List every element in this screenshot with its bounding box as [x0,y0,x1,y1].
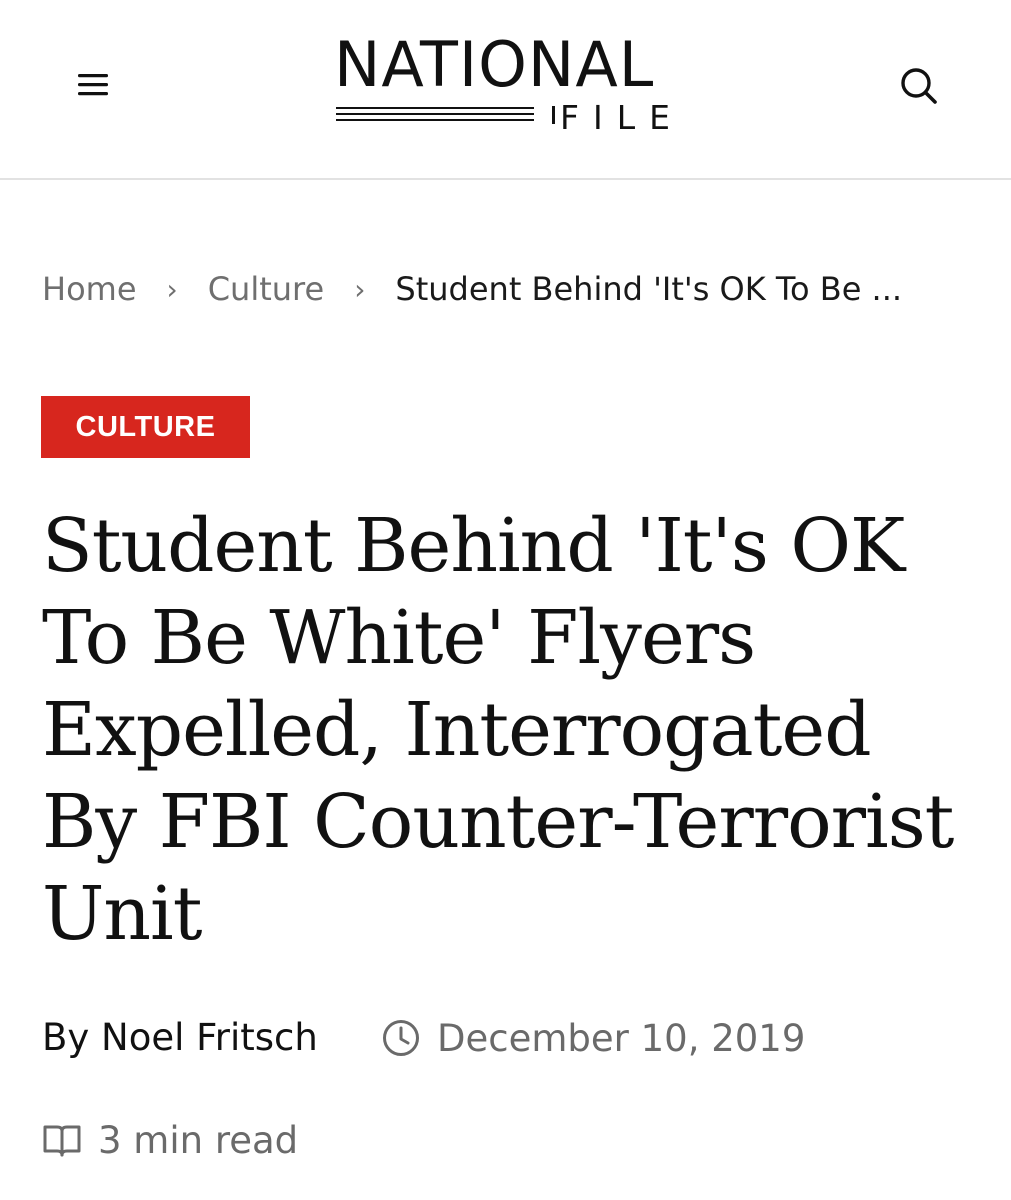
article-title: Student Behind 'It's OK To Be White' Fly… [42,503,954,957]
breadcrumb: Home › Culture › Student Behind 'It's OK… [42,266,972,312]
article-byline: By Noel Fritsch [42,1014,318,1062]
breadcrumb-culture-link[interactable]: Culture [208,270,324,308]
breadcrumb-home-link[interactable]: Home [42,270,137,308]
site-header: NATIONAL FILE [0,0,1011,180]
search-icon[interactable] [895,62,943,110]
article-date: December 10, 2019 [381,1014,805,1062]
breadcrumb-current-page: Student Behind 'It's OK To Be ... [395,270,903,308]
logo-rule-lines [336,106,555,124]
logo-wordmark-bottom: FILE [560,98,684,137]
breadcrumb-separator-icon: › [166,272,178,306]
author-link[interactable]: Noel Fritsch [101,1016,318,1059]
clock-icon [383,1020,419,1056]
site-logo[interactable]: NATIONAL FILE [320,30,692,140]
publish-date: December 10, 2019 [437,1016,806,1060]
read-time: 3 min read [42,1116,298,1164]
byline-prefix: By [42,1016,90,1059]
open-book-icon [43,1125,81,1157]
hamburger-menu-icon[interactable] [70,64,116,106]
category-badge[interactable]: CULTURE [41,396,250,458]
breadcrumb-separator-icon: › [354,272,366,306]
read-time-text: 3 min read [98,1118,299,1162]
logo-wordmark-top: NATIONAL [334,28,655,101]
